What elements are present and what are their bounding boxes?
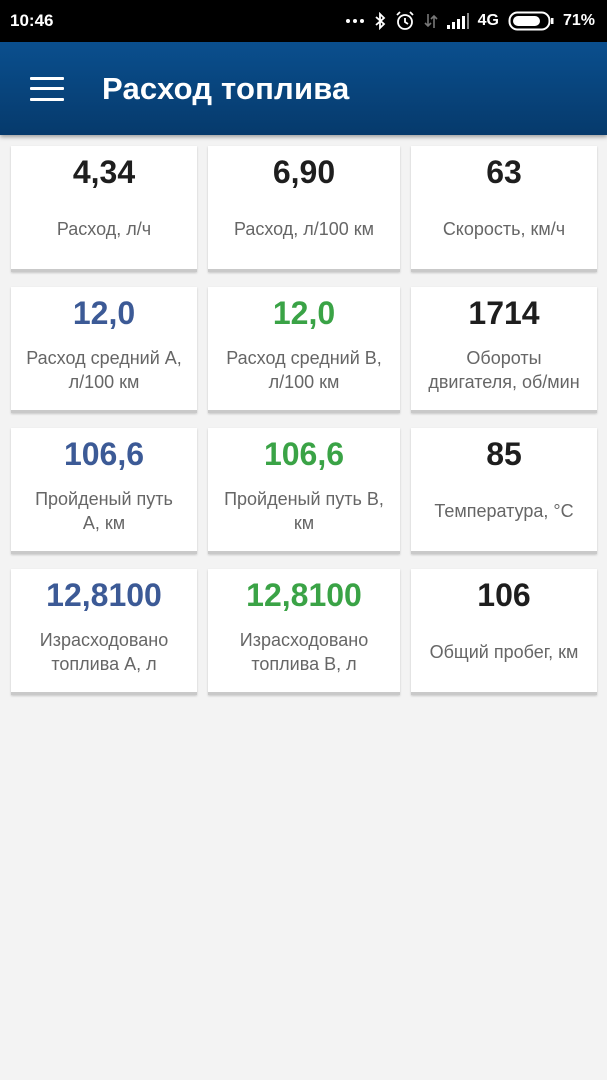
tile-value: 106,6 <box>263 436 345 472</box>
tile-label: Расход средний А, л/100 км <box>26 348 182 392</box>
tile-fuel-used-b[interactable]: 12,8100 Израсходовано топлива В, л <box>208 569 400 695</box>
app-bar: Расход топлива <box>0 42 607 135</box>
battery-icon <box>508 11 554 31</box>
tile-consumption-per-hour[interactable]: 4,34 Расход, л/ч <box>11 146 197 272</box>
alarm-icon <box>395 11 415 31</box>
tile-label: Температура, °С <box>434 501 574 521</box>
tile-value: 12,0 <box>272 295 336 331</box>
tile-value: 12,8100 <box>46 577 162 613</box>
status-time: 10:46 <box>10 11 54 30</box>
tile-value: 63 <box>486 154 522 190</box>
tile-temperature[interactable]: 85 Температура, °С <box>411 428 597 554</box>
hamburger-menu-icon[interactable] <box>30 76 64 101</box>
page-title: Расход топлива <box>102 70 350 106</box>
tile-value: 12,0 <box>72 295 136 331</box>
network-type: 4G <box>477 12 499 29</box>
bluetooth-icon <box>374 12 386 30</box>
tile-label: Скорость, км/ч <box>442 219 566 239</box>
more-dots-icon <box>345 18 365 24</box>
data-arrows-icon <box>424 12 438 30</box>
tile-value: 106 <box>477 577 531 613</box>
tile-label: Расход средний В, л/100 км <box>226 348 382 392</box>
tile-label: Пройденый путь В, км <box>224 489 384 533</box>
tile-value: 4,34 <box>72 154 136 190</box>
status-icons: 4G 71% <box>345 11 595 31</box>
tile-label: Расход, л/100 км <box>233 219 375 239</box>
tile-consumption-per-100km[interactable]: 6,90 Расход, л/100 км <box>208 146 400 272</box>
tile-label: Общий пробег, км <box>429 642 579 662</box>
tile-value: 85 <box>486 436 522 472</box>
tile-speed[interactable]: 63 Скорость, км/ч <box>411 146 597 272</box>
tile-value: 1714 <box>468 295 540 331</box>
tile-label: Израсходовано топлива А, л <box>39 630 169 674</box>
tile-average-consumption-a[interactable]: 12,0 Расход средний А, л/100 км <box>11 287 197 413</box>
tile-label: Расход, л/ч <box>56 219 152 239</box>
tile-distance-a[interactable]: 106,6 Пройденый путь А, км <box>11 428 197 554</box>
tile-label: Израсходовано топлива В, л <box>239 630 369 674</box>
status-bar: 10:46 4G 71% <box>0 0 607 42</box>
tile-distance-b[interactable]: 106,6 Пройденый путь В, км <box>208 428 400 554</box>
tile-fuel-used-a[interactable]: 12,8100 Израсходовано топлива А, л <box>11 569 197 695</box>
battery-level: 71% <box>562 12 595 29</box>
tile-value: 106,6 <box>63 436 145 472</box>
tile-average-consumption-b[interactable]: 12,0 Расход средний В, л/100 км <box>208 287 400 413</box>
tile-label: Обороты двигателя, об/мин <box>428 348 580 392</box>
tile-label: Пройденый путь А, км <box>35 489 173 533</box>
tile-value: 6,90 <box>272 154 336 190</box>
tile-total-mileage[interactable]: 106 Общий пробег, км <box>411 569 597 695</box>
tile-value: 12,8100 <box>246 577 362 613</box>
signal-icon <box>446 13 469 29</box>
tile-engine-rpm[interactable]: 1714 Обороты двигателя, об/мин <box>411 287 597 413</box>
